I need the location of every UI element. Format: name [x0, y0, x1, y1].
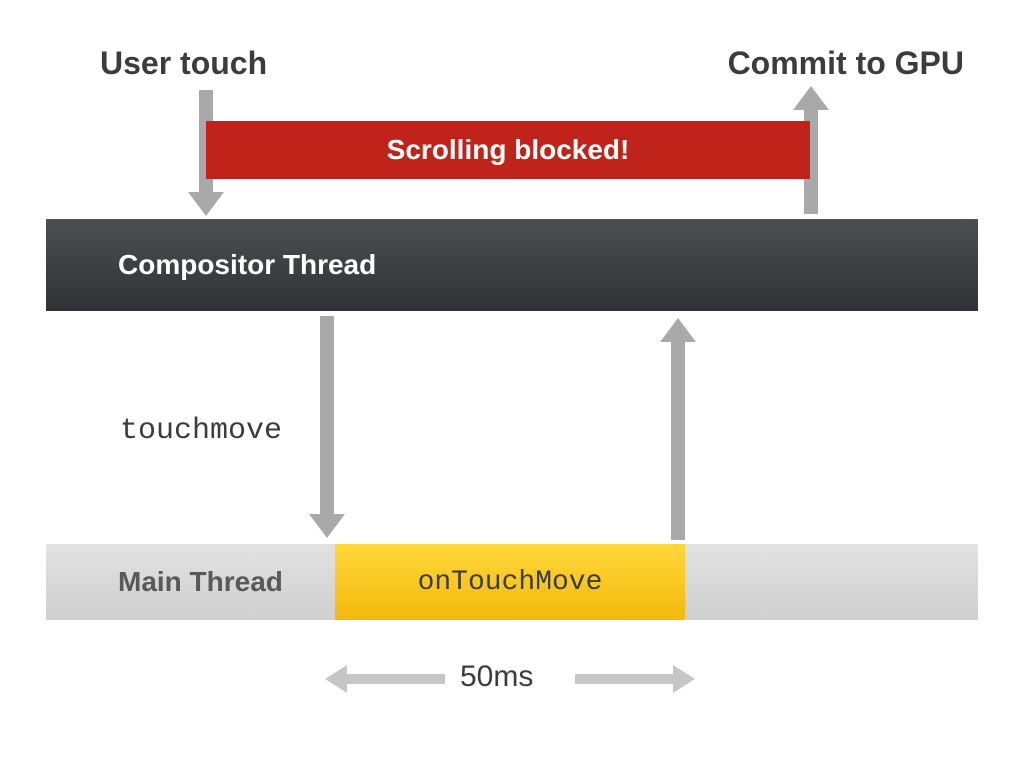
label-duration: 50ms: [460, 660, 533, 694]
compositor-thread-lane: Compositor Thread: [46, 219, 978, 311]
main-thread-lane: Main Thread onTouchMove: [46, 544, 978, 620]
label-user-touch: User touch: [100, 46, 267, 81]
label-commit-to-gpu: Commit to GPU: [728, 46, 964, 81]
diagram-stage: User touch Commit to GPU Scrolling block…: [0, 0, 1024, 768]
arrow-return-up-icon: [671, 340, 685, 540]
duration-arrow-left-icon: [345, 674, 445, 684]
arrow-touchmove-down-icon: [320, 316, 334, 516]
compositor-thread-label: Compositor Thread: [118, 249, 376, 281]
duration-arrow-right-icon: [575, 674, 675, 684]
ontouchmove-handler-block: onTouchMove: [335, 544, 685, 620]
ontouchmove-label: onTouchMove: [418, 567, 603, 598]
main-thread-label: Main Thread: [118, 566, 283, 598]
label-touchmove: touchmove: [120, 414, 282, 448]
scrolling-blocked-banner: Scrolling blocked!: [206, 121, 810, 179]
